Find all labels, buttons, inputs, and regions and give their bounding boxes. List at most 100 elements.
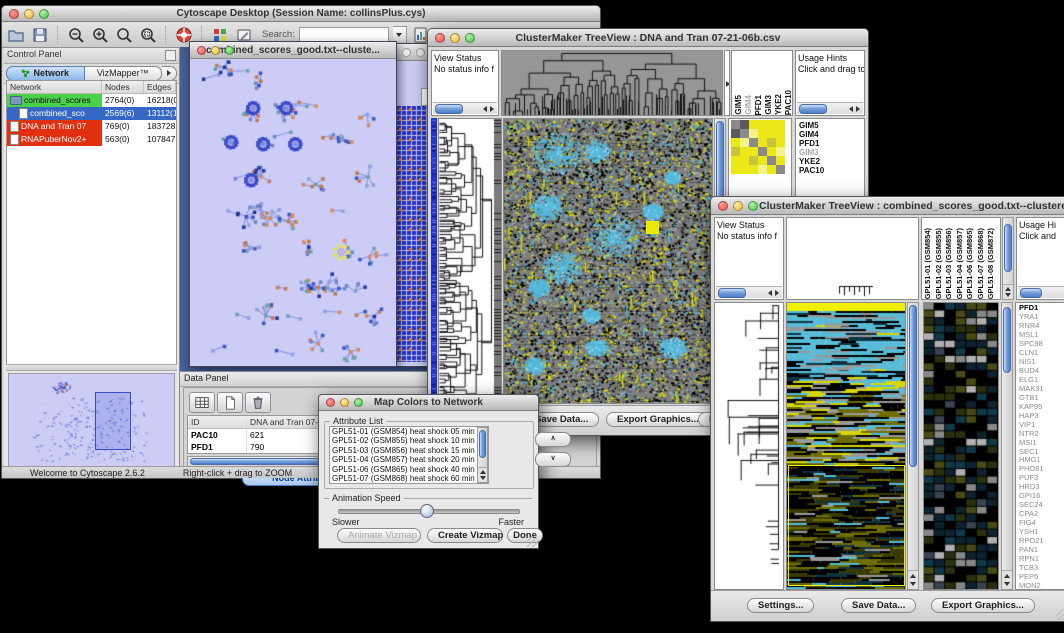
- matrix-cell[interactable]: [758, 165, 767, 174]
- matrix-cell[interactable]: [749, 156, 758, 165]
- matrix-cell[interactable]: [767, 120, 776, 129]
- zoom-button[interactable]: [39, 9, 49, 19]
- tab-overflow-arrow[interactable]: [162, 66, 177, 81]
- birdseye-viewport-rect[interactable]: [95, 392, 131, 450]
- tv2-heatmap-vscrollbar[interactable]: [907, 302, 919, 590]
- matrix-cell[interactable]: [731, 138, 740, 147]
- matrix-cell[interactable]: [740, 129, 749, 138]
- minimize-button[interactable]: [211, 46, 220, 55]
- matrix-cell[interactable]: [758, 120, 767, 129]
- resize-grip[interactable]: [526, 536, 537, 547]
- attribute-item[interactable]: GPL51-04 (GSM857) heat shock 20 min: [330, 455, 488, 464]
- matrix-cell[interactable]: [767, 129, 776, 138]
- tv2-column-dendrogram[interactable]: [786, 217, 919, 300]
- matrix-cell[interactable]: [767, 147, 776, 156]
- attribute-list-scrollbar[interactable]: [477, 427, 488, 483]
- minimize-button[interactable]: [416, 48, 425, 57]
- birdseye-view[interactable]: [8, 373, 175, 467]
- matrix-cell[interactable]: [740, 156, 749, 165]
- matrix-cell[interactable]: [749, 120, 758, 129]
- tv1-button-export-graphics-[interactable]: Export Graphics...: [606, 412, 710, 427]
- move-up-button[interactable]: ∧: [535, 432, 571, 447]
- gene-label[interactable]: GIM5: [799, 121, 864, 130]
- matrix-cell[interactable]: [776, 147, 785, 156]
- move-down-button[interactable]: ∨: [535, 452, 571, 467]
- cytoscape-titlebar[interactable]: Cytoscape Desktop (Session Name: collins…: [2, 6, 600, 22]
- matrix-cell[interactable]: [749, 165, 758, 174]
- similarity-matrix[interactable]: [731, 120, 785, 174]
- matrix-cell[interactable]: [758, 129, 767, 138]
- gene-label[interactable]: GIM3: [799, 148, 864, 157]
- matrix-cell[interactable]: [776, 129, 785, 138]
- resize-grip[interactable]: [1057, 609, 1064, 620]
- matrix-cell[interactable]: [758, 147, 767, 156]
- close-button[interactable]: [402, 48, 411, 57]
- matrix-cell[interactable]: [740, 120, 749, 129]
- zoom-button[interactable]: [748, 201, 758, 211]
- matrix-cell[interactable]: [776, 120, 785, 129]
- header-network[interactable]: Network: [7, 81, 102, 93]
- matrix-cell[interactable]: [758, 156, 767, 165]
- matrix-cell[interactable]: [740, 147, 749, 156]
- animate-vizmap-button[interactable]: Animate Vizmap: [337, 528, 421, 543]
- network-view-canvas[interactable]: [191, 60, 393, 363]
- gene-label[interactable]: YKE2: [799, 157, 864, 166]
- matrix-cell[interactable]: [749, 147, 758, 156]
- close-button[interactable]: [435, 33, 445, 43]
- zoom-button[interactable]: [354, 398, 363, 407]
- gene-label[interactable]: PAC10: [799, 166, 864, 175]
- attribute-item[interactable]: GPL51-01 (GSM854) heat shock 05 min: [330, 427, 488, 436]
- attribute-list[interactable]: GPL51-01 (GSM854) heat shock 05 minGPL51…: [329, 426, 489, 484]
- close-button[interactable]: [9, 9, 19, 19]
- attribute-item[interactable]: GPL51-06 (GSM865) heat shock 40 min: [330, 465, 488, 474]
- delete-attribute-icon[interactable]: [245, 392, 271, 413]
- tv1-status-hscrollbar[interactable]: [433, 102, 497, 114]
- save-icon[interactable]: [30, 25, 50, 45]
- close-button[interactable]: [197, 46, 206, 55]
- column-id[interactable]: ID: [188, 416, 247, 428]
- matrix-cell[interactable]: [731, 120, 740, 129]
- attribute-item[interactable]: GPL51-03 (GSM856) heat shock 15 min: [330, 446, 488, 455]
- create-vizmap-button[interactable]: Create Vizmap: [427, 528, 503, 543]
- close-button[interactable]: [718, 201, 728, 211]
- attribute-item[interactable]: GPL51-07 (GSM868) heat shock 60 min: [330, 474, 488, 483]
- treeview1-titlebar[interactable]: ClusterMaker TreeView : DNA and Tran 07-…: [428, 29, 868, 47]
- matrix-cell[interactable]: [767, 156, 776, 165]
- gene-label[interactable]: PFD1: [799, 139, 864, 148]
- speed-slider-thumb[interactable]: [420, 504, 434, 518]
- matrix-cell[interactable]: [767, 165, 776, 174]
- tv1-heatmap[interactable]: [503, 118, 713, 404]
- matrix-cell[interactable]: [731, 156, 740, 165]
- tv2-button-settings-[interactable]: Settings...: [747, 598, 814, 613]
- new-attribute-icon[interactable]: [217, 392, 243, 413]
- tv2-button-save-data-[interactable]: Save Data...: [841, 598, 916, 613]
- matrix-cell[interactable]: [731, 129, 740, 138]
- minimize-button[interactable]: [450, 33, 460, 43]
- zoom-selected-icon[interactable]: [114, 25, 134, 45]
- tv2-labels-vscrollbar[interactable]: [1002, 217, 1014, 300]
- tv2-heatmap[interactable]: [786, 302, 906, 590]
- tv1-column-dendrogram[interactable]: [501, 50, 723, 116]
- close-button[interactable]: [326, 398, 335, 407]
- gene-label[interactable]: GIM4: [799, 130, 864, 139]
- tv2-button-export-graphics-[interactable]: Export Graphics...: [931, 598, 1035, 613]
- attribute-select-icon[interactable]: [189, 392, 215, 413]
- tv1-divider[interactable]: [724, 50, 730, 116]
- float-panel-icon[interactable]: [165, 50, 176, 61]
- zoom-button[interactable]: [465, 33, 475, 43]
- network-window-titlebar[interactable]: combined_scores_good.txt--cluste...: [190, 42, 396, 59]
- treeview2-titlebar[interactable]: ClusterMaker TreeView : combined_scores_…: [711, 197, 1064, 215]
- zoom-button[interactable]: [225, 46, 234, 55]
- open-folder-icon[interactable]: [6, 25, 26, 45]
- tv1-row-dendrogram[interactable]: [438, 118, 502, 404]
- tv2-status-hscrollbar[interactable]: [716, 286, 782, 298]
- zoom-fit-icon[interactable]: [138, 25, 158, 45]
- birdseye-canvas[interactable]: [9, 374, 173, 464]
- dialog-titlebar[interactable]: Map Colors to Network: [319, 395, 538, 411]
- matrix-cell[interactable]: [776, 165, 785, 174]
- attribute-item[interactable]: GPL51-02 (GSM855) heat shock 10 min: [330, 436, 488, 445]
- matrix-cell[interactable]: [749, 129, 758, 138]
- matrix-cell[interactable]: [776, 138, 785, 147]
- matrix-cell[interactable]: [776, 156, 785, 165]
- matrix-cell[interactable]: [731, 147, 740, 156]
